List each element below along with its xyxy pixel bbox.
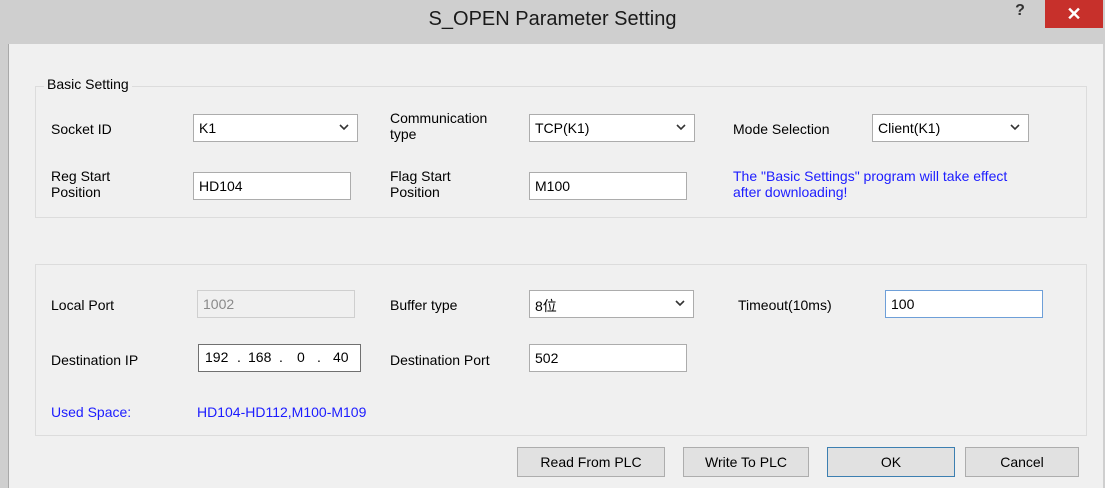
read-from-plc-button[interactable]: Read From PLC: [517, 447, 665, 477]
dialog-window: S_OPEN Parameter Setting ? ✕ Basic Setti…: [0, 0, 1105, 488]
ip-octet-3[interactable]: 0: [297, 349, 305, 365]
cancel-button[interactable]: Cancel: [965, 447, 1079, 477]
ok-button[interactable]: OK: [827, 447, 955, 477]
chevron-down-icon: [1010, 124, 1020, 131]
flag-start-label-line1: Flag Start: [390, 168, 451, 184]
reg-start-label-line2: Position: [51, 184, 101, 200]
local-port-input: 1002: [197, 290, 355, 318]
comm-type-label-line1: Communication: [390, 110, 488, 126]
destination-ip-field[interactable]: 192 . 168 . 0 . 40: [198, 344, 361, 372]
socket-id-label: Socket ID: [51, 121, 112, 137]
help-icon[interactable]: ?: [1010, 2, 1030, 24]
ip-octet-2[interactable]: 168: [248, 349, 271, 365]
flag-start-label-line2: Position: [390, 184, 440, 200]
notice-line2: after downloading!: [733, 184, 848, 200]
comm-type-label: Communication type: [390, 110, 487, 142]
flag-start-label: Flag Start Position: [390, 168, 451, 200]
comm-type-select[interactable]: TCP(K1): [529, 114, 695, 142]
reg-start-input[interactable]: HD104: [193, 172, 351, 200]
flag-start-input[interactable]: M100: [529, 172, 687, 200]
destination-port-label: Destination Port: [390, 352, 490, 368]
ip-dot-2: .: [279, 349, 283, 365]
dialog-client: Basic Setting Socket ID K1 Communication…: [8, 44, 1103, 488]
close-button[interactable]: ✕: [1045, 0, 1103, 28]
socket-id-value: K1: [199, 120, 217, 136]
ip-octet-4[interactable]: 40: [333, 349, 349, 365]
ip-dot-3: .: [317, 349, 321, 365]
basic-settings-notice: The "Basic Settings" program will take e…: [733, 168, 1007, 200]
buffer-type-value: 8位: [535, 298, 557, 314]
ip-octet-1[interactable]: 192: [205, 349, 228, 365]
local-port-label: Local Port: [51, 297, 115, 313]
notice-line1: The "Basic Settings" program will take e…: [733, 168, 1008, 184]
comm-type-label-line2: type: [390, 126, 417, 142]
buffer-type-select[interactable]: 8位: [529, 290, 694, 318]
reg-start-label-line1: Reg Start: [51, 168, 111, 184]
comm-type-value: TCP(K1): [535, 120, 590, 136]
window-title: S_OPEN Parameter Setting: [428, 8, 677, 30]
destination-port-input[interactable]: 502: [529, 344, 687, 372]
ip-dot-1: .: [237, 349, 241, 365]
chevron-down-icon: [676, 124, 686, 131]
title-bar[interactable]: S_OPEN Parameter Setting ? ✕: [0, 0, 1105, 44]
used-space-label: Used Space:: [51, 404, 132, 420]
mode-selection-select[interactable]: Client(K1): [872, 114, 1029, 142]
write-to-plc-button[interactable]: Write To PLC: [683, 447, 809, 477]
mode-selection-value: Client(K1): [878, 120, 941, 136]
basic-setting-label: Basic Setting: [44, 76, 132, 92]
timeout-input[interactable]: 100: [885, 290, 1043, 318]
timeout-label: Timeout(10ms): [738, 297, 832, 313]
buffer-type-label: Buffer type: [390, 297, 458, 313]
used-space-value: HD104-HD112,M100-M109: [197, 404, 367, 420]
destination-ip-label: Destination IP: [51, 352, 139, 368]
chevron-down-icon: [339, 124, 349, 131]
reg-start-label: Reg Start Position: [51, 168, 110, 200]
socket-id-select[interactable]: K1: [193, 114, 358, 142]
mode-selection-label: Mode Selection: [733, 121, 830, 137]
chevron-down-icon: [675, 300, 685, 307]
